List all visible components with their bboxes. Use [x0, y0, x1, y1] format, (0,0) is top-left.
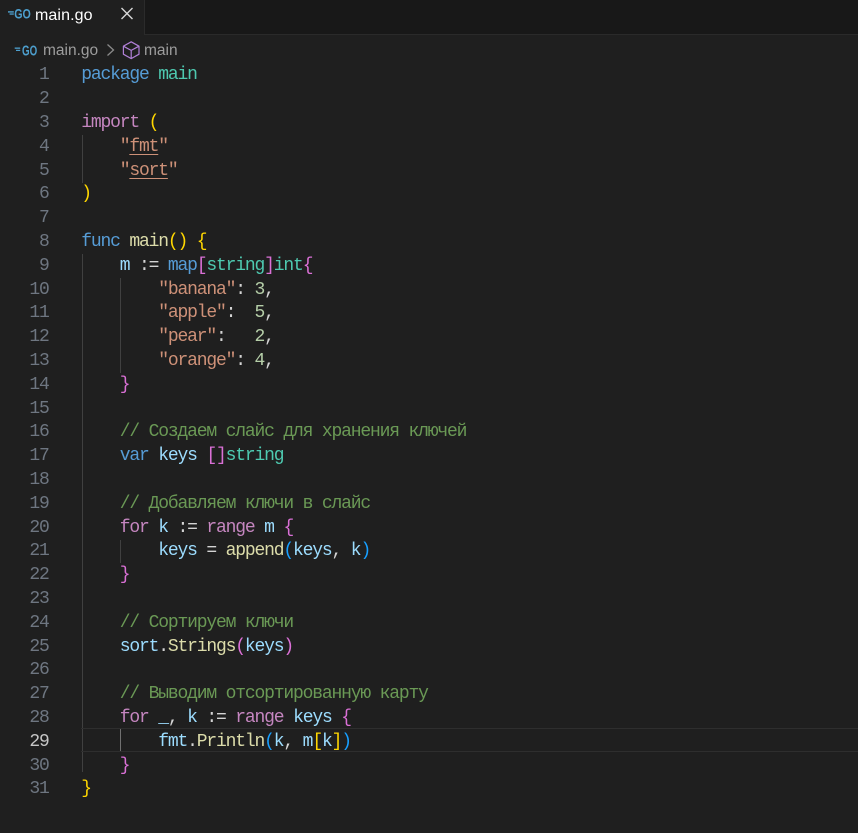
svg-text:GO: GO: [14, 7, 31, 22]
svg-text:GO: GO: [22, 43, 37, 59]
